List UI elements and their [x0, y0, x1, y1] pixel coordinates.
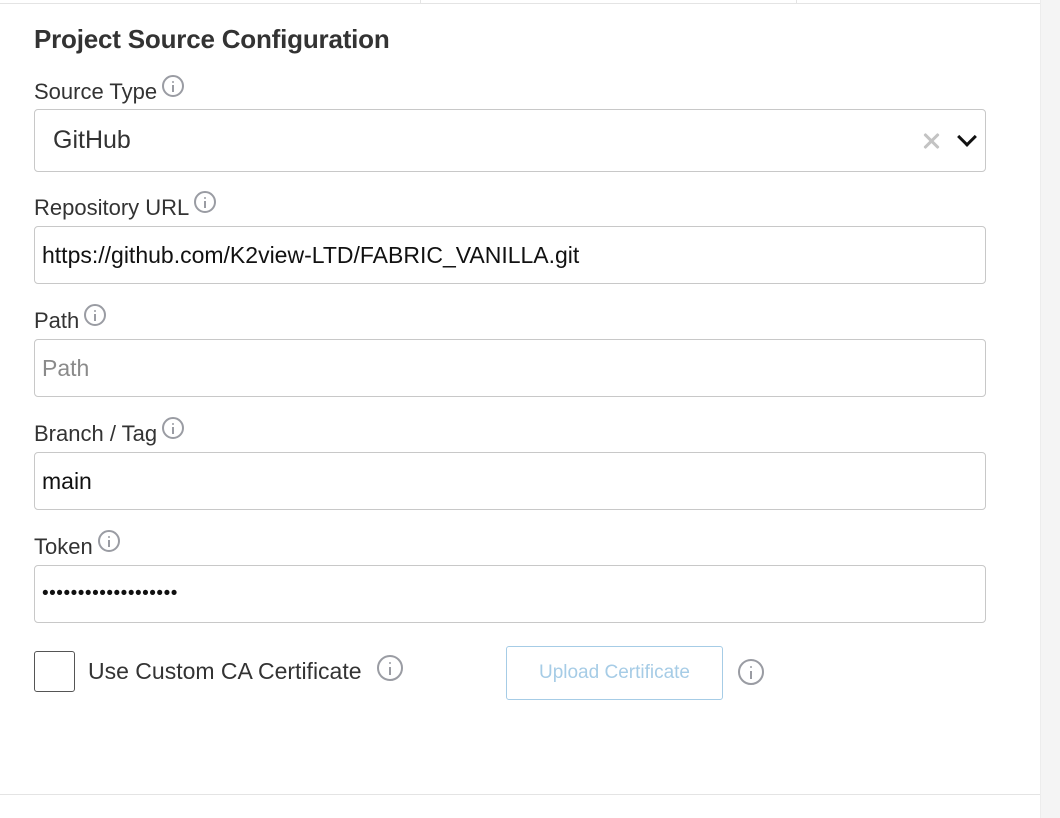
token-label: Token: [34, 530, 120, 560]
info-icon[interactable]: [377, 655, 403, 681]
top-divider-tick: [420, 0, 421, 3]
custom-ca-checkbox[interactable]: [34, 651, 75, 692]
branch-tag-input[interactable]: [35, 453, 985, 509]
info-icon[interactable]: [738, 659, 764, 685]
upload-certificate-info: [738, 659, 764, 690]
path-field[interactable]: [34, 339, 986, 397]
source-type-label: Source Type: [34, 75, 185, 105]
info-icon[interactable]: [84, 304, 107, 326]
custom-ca-info: [377, 655, 403, 686]
branch-tag-field[interactable]: [34, 452, 986, 510]
top-divider: [0, 3, 1040, 4]
upload-certificate-button[interactable]: Upload Certificate: [506, 646, 723, 700]
source-type-select[interactable]: GitHub: [34, 109, 986, 172]
path-label: Path: [34, 304, 107, 334]
source-type-value: GitHub: [53, 126, 131, 154]
token-input[interactable]: [35, 566, 985, 622]
repository-url-input[interactable]: [35, 227, 985, 283]
token-field[interactable]: [34, 565, 986, 623]
info-icon[interactable]: [162, 75, 185, 97]
repository-url-label-text: Repository URL: [34, 195, 190, 220]
branch-tag-label: Branch / Tag: [34, 417, 185, 447]
info-icon[interactable]: [162, 417, 185, 439]
path-input[interactable]: [35, 340, 985, 396]
bottom-divider: [0, 794, 1040, 795]
info-icon[interactable]: [194, 191, 217, 213]
repository-url-field[interactable]: [34, 226, 986, 284]
info-icon[interactable]: [97, 530, 120, 552]
source-type-label-text: Source Type: [34, 79, 158, 104]
token-label-text: Token: [34, 534, 93, 559]
custom-ca-label: Use Custom CA Certificate: [88, 658, 362, 684]
chevron-down-icon[interactable]: [953, 127, 981, 155]
path-label-text: Path: [34, 308, 80, 333]
scrollbar-track[interactable]: [1040, 0, 1060, 818]
clear-icon[interactable]: [917, 127, 945, 155]
top-divider-tick: [796, 0, 797, 3]
repository-url-label: Repository URL: [34, 191, 217, 221]
branch-tag-label-text: Branch / Tag: [34, 421, 158, 446]
section-title: Project Source Configuration: [34, 24, 390, 54]
